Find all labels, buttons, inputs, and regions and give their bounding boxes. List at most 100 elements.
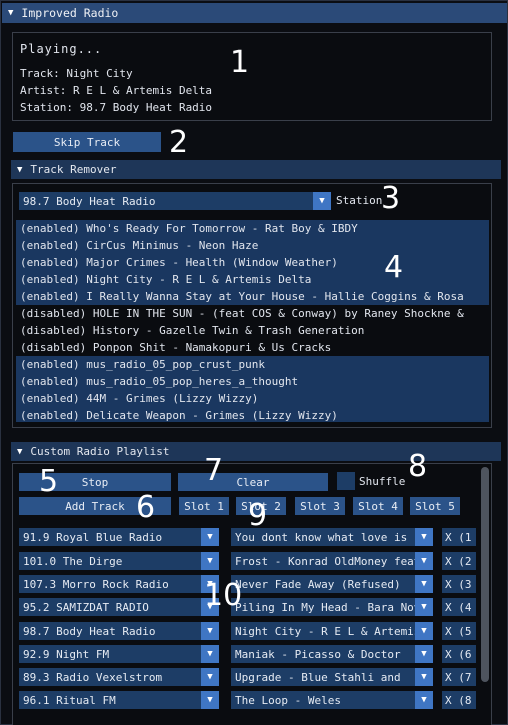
dropdown-arrow-icon[interactable]: ▼: [201, 622, 219, 640]
track-remover-header[interactable]: ▼ Track Remover: [11, 160, 501, 179]
row-remove-button[interactable]: X (5: [442, 622, 476, 640]
track-list-item[interactable]: (disabled) History - Gazelle Twin & Tras…: [16, 322, 489, 339]
track-list-item[interactable]: (enabled) Who's Ready For Tomorrow - Rat…: [16, 220, 489, 237]
row-station-select[interactable]: 91.9 Royal Blue Radio ▼: [19, 528, 219, 546]
slot-5-button[interactable]: Slot 5: [410, 497, 460, 515]
row-station-select[interactable]: 101.0 The Dirge ▼: [19, 552, 219, 570]
row-track-value: The Loop - Weles: [235, 693, 341, 707]
collapse-triangle-icon[interactable]: ▼: [8, 8, 13, 18]
dropdown-arrow-icon[interactable]: ▼: [201, 552, 219, 570]
dropdown-arrow-icon[interactable]: ▼: [415, 575, 433, 593]
row-track-select[interactable]: Maniak - Picasso & Doctor ▼: [231, 645, 433, 663]
clear-button[interactable]: Clear: [178, 473, 328, 491]
slot-3-button[interactable]: Slot 3: [295, 497, 345, 515]
custom-playlist-title: Custom Radio Playlist: [30, 445, 170, 458]
track-list-item[interactable]: (enabled) CirCus Minimus - Neon Haze: [16, 237, 489, 254]
dropdown-arrow-icon[interactable]: ▼: [415, 668, 433, 686]
dropdown-arrow-icon[interactable]: ▼: [415, 645, 433, 663]
row-remove-button[interactable]: X (1: [442, 528, 476, 546]
row-station-value: 95.2 SAMIZDAT RADIO: [23, 600, 149, 614]
track-list-item[interactable]: (enabled) mus_radio_05_pop_crust_punk: [16, 356, 489, 373]
track-list-item[interactable]: (disabled) Ponpon Shit - Namakopuri & Us…: [16, 339, 489, 356]
row-station-select[interactable]: 89.3 Radio Vexelstrom ▼: [19, 668, 219, 686]
playing-status: Playing...: [20, 42, 103, 56]
row-station-value: 91.9 Royal Blue Radio: [23, 530, 163, 544]
dropdown-arrow-icon[interactable]: ▼: [415, 528, 433, 546]
scrollbar-thumb[interactable]: [481, 467, 489, 682]
annotation-5: 5: [39, 464, 59, 499]
row-track-select[interactable]: Never Fade Away (Refused) ▼: [231, 575, 433, 593]
row-remove-button[interactable]: X (4: [442, 598, 476, 616]
dropdown-arrow-icon[interactable]: ▼: [201, 668, 219, 686]
row-station-select[interactable]: 107.3 Morro Rock Radio ▼: [19, 575, 219, 593]
playlist-scrollbar[interactable]: [479, 464, 491, 725]
row-track-select[interactable]: Night City - R E L & Artemis ▼: [231, 622, 433, 640]
track-list-item[interactable]: (enabled) Delicate Weapon - Grimes (Lizz…: [16, 407, 489, 422]
row-remove-button[interactable]: X (2: [442, 552, 476, 570]
annotation-1: 1: [230, 45, 250, 80]
annotation-3: 3: [381, 181, 401, 216]
row-remove-button[interactable]: X (7: [442, 668, 476, 686]
annotation-6: 6: [136, 490, 156, 525]
track-list[interactable]: (enabled) Who's Ready For Tomorrow - Rat…: [16, 220, 489, 422]
now-playing-station: Station: 98.7 Body Heat Radio: [20, 101, 213, 114]
row-track-value: Night City - R E L & Artemis: [235, 624, 415, 638]
track-list-item[interactable]: (enabled) Night City - R E L & Artemis D…: [16, 271, 489, 288]
dropdown-arrow-icon[interactable]: ▼: [201, 691, 219, 709]
row-track-select[interactable]: Piling In My Head - Bara Nova ▼: [231, 598, 433, 616]
row-track-value: Maniak - Picasso & Doctor: [235, 647, 401, 661]
station-label: Station: [336, 194, 383, 207]
annotation-2: 2: [169, 125, 189, 160]
row-track-value: You dont know what love is: [235, 530, 408, 544]
slot-4-button[interactable]: Slot 4: [353, 497, 403, 515]
row-track-select[interactable]: You dont know what love is ▼: [231, 528, 433, 546]
collapse-triangle-icon: ▼: [17, 446, 23, 457]
dropdown-arrow-icon[interactable]: ▼: [201, 645, 219, 663]
row-station-value: 92.9 Night FM: [23, 647, 110, 661]
skip-track-button[interactable]: Skip Track: [13, 132, 161, 152]
annotation-9: 9: [248, 498, 268, 533]
row-track-select[interactable]: The Loop - Weles ▼: [231, 691, 433, 709]
row-station-value: 89.3 Radio Vexelstrom: [23, 670, 163, 684]
station-select[interactable]: 98.7 Body Heat Radio ▼: [19, 192, 331, 210]
annotation-10: 10: [204, 578, 243, 613]
dropdown-arrow-icon[interactable]: ▼: [415, 552, 433, 570]
row-station-select[interactable]: 96.1 Ritual FM ▼: [19, 691, 219, 709]
collapse-triangle-icon: ▼: [17, 164, 23, 175]
row-track-value: Never Fade Away (Refused): [235, 577, 401, 591]
dropdown-arrow-icon[interactable]: ▼: [415, 691, 433, 709]
row-station-select[interactable]: 98.7 Body Heat Radio ▼: [19, 622, 219, 640]
shuffle-checkbox[interactable]: [337, 472, 355, 490]
row-station-select[interactable]: 92.9 Night FM ▼: [19, 645, 219, 663]
now-playing-artist: Artist: R E L & Artemis Delta: [20, 84, 213, 97]
track-list-item[interactable]: (enabled) 44M - Grimes (Lizzy Wizzy): [16, 390, 489, 407]
row-station-value: 101.0 The Dirge: [23, 554, 123, 568]
track-list-item[interactable]: (enabled) mus_radio_05_pop_heres_a_thoug…: [16, 373, 489, 390]
dropdown-arrow-icon[interactable]: ▼: [415, 622, 433, 640]
row-station-select[interactable]: 95.2 SAMIZDAT RADIO ▼: [19, 598, 219, 616]
annotation-4: 4: [384, 250, 404, 285]
row-track-select[interactable]: Frost - Konrad OldMoney feat ▼: [231, 552, 433, 570]
row-remove-button[interactable]: X (8: [442, 691, 476, 709]
dropdown-arrow-icon[interactable]: ▼: [415, 598, 433, 616]
custom-playlist-header[interactable]: ▼ Custom Radio Playlist: [11, 442, 501, 461]
window-title-bar[interactable]: ▼ Improved Radio: [2, 3, 507, 23]
row-track-select[interactable]: Upgrade - Blue Stahli and ▼: [231, 668, 433, 686]
track-list-item[interactable]: (disabled) HOLE IN THE SUN - (feat COS &…: [16, 305, 489, 322]
shuffle-label: Shuffle: [359, 475, 406, 488]
track-remover-title: Track Remover: [30, 163, 117, 176]
row-track-value: Frost - Konrad OldMoney feat: [235, 554, 415, 568]
station-select-value: 98.7 Body Heat Radio: [23, 194, 156, 208]
row-track-value: Upgrade - Blue Stahli and: [235, 670, 401, 684]
window-title: Improved Radio: [21, 6, 119, 20]
row-remove-button[interactable]: X (3: [442, 575, 476, 593]
slot-1-button[interactable]: Slot 1: [179, 497, 229, 515]
row-station-value: 107.3 Morro Rock Radio: [23, 577, 169, 591]
track-list-item[interactable]: (enabled) Major Crimes - Health (Window …: [16, 254, 489, 271]
now-playing-panel: Playing... Track: Night City Artist: R E…: [12, 32, 492, 121]
improved-radio-window: ▼ Improved Radio Playing... Track: Night…: [0, 0, 508, 725]
track-list-item[interactable]: (enabled) I Really Wanna Stay at Your Ho…: [16, 288, 489, 305]
row-remove-button[interactable]: X (6: [442, 645, 476, 663]
dropdown-arrow-icon[interactable]: ▼: [201, 528, 219, 546]
dropdown-arrow-icon[interactable]: ▼: [313, 192, 331, 210]
